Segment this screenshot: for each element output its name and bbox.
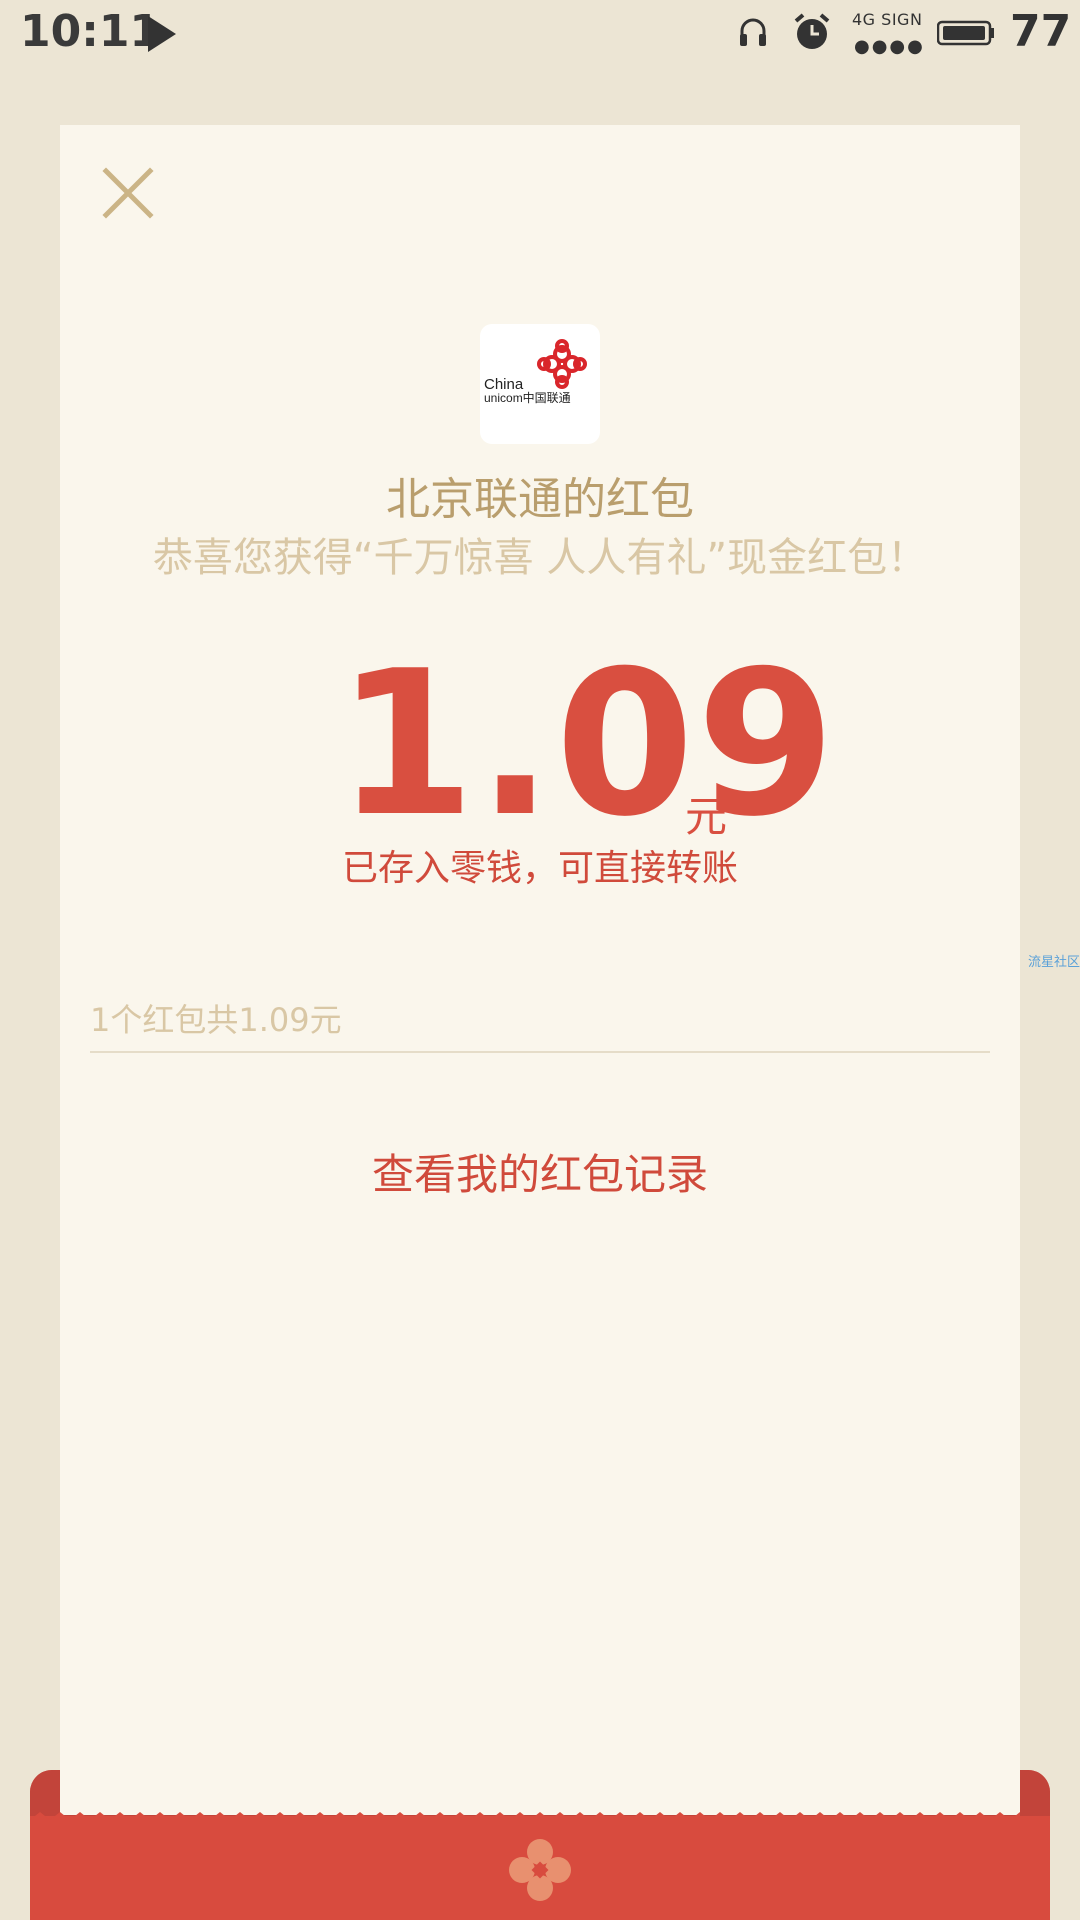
signal-icon: 4G SIGN ●●●●	[852, 10, 925, 57]
greeting-text: 恭喜您获得“千万惊喜 人人有礼”现金红包！	[152, 535, 928, 581]
status-time: 10:11	[20, 6, 161, 57]
divider	[90, 1051, 990, 1053]
view-records-link[interactable]: 查看我的红包记录	[60, 1141, 1020, 1202]
status-bar: 10:11 4G SIGN ●●●● 77	[0, 0, 1080, 70]
battery-level: 77	[1010, 6, 1072, 57]
close-icon[interactable]	[100, 165, 156, 221]
alarm-icon	[794, 13, 830, 49]
battery-icon	[937, 20, 994, 46]
amount-row: 1.09 元	[60, 645, 1020, 845]
play-icon	[148, 16, 176, 52]
red-packet-card: China unicom中国联通 北京联通的红包 恭喜您获得“千万惊喜 人人有礼…	[60, 125, 1020, 1815]
signal-label: 4G SIGN	[852, 10, 923, 29]
amount-unit: 元	[685, 792, 728, 841]
logo-line-2: unicom中国联通	[484, 390, 571, 405]
flower-emblem-icon	[509, 1839, 571, 1901]
amount-value: 1.09	[336, 628, 838, 861]
signal-dots: ●●●●	[854, 36, 925, 57]
zigzag-edge	[30, 1812, 1020, 1838]
deposit-note: 已存入零钱，可直接转账	[341, 848, 738, 889]
sender-title: 北京联通的红包	[386, 474, 694, 525]
headphone-icon	[740, 18, 766, 46]
packet-summary: 1个红包共1.09元	[90, 1001, 342, 1039]
china-unicom-logo-icon: China unicom中国联通	[484, 339, 587, 405]
watermark: 流星社区	[1028, 955, 1080, 970]
sender-logo: China unicom中国联通	[480, 324, 600, 444]
